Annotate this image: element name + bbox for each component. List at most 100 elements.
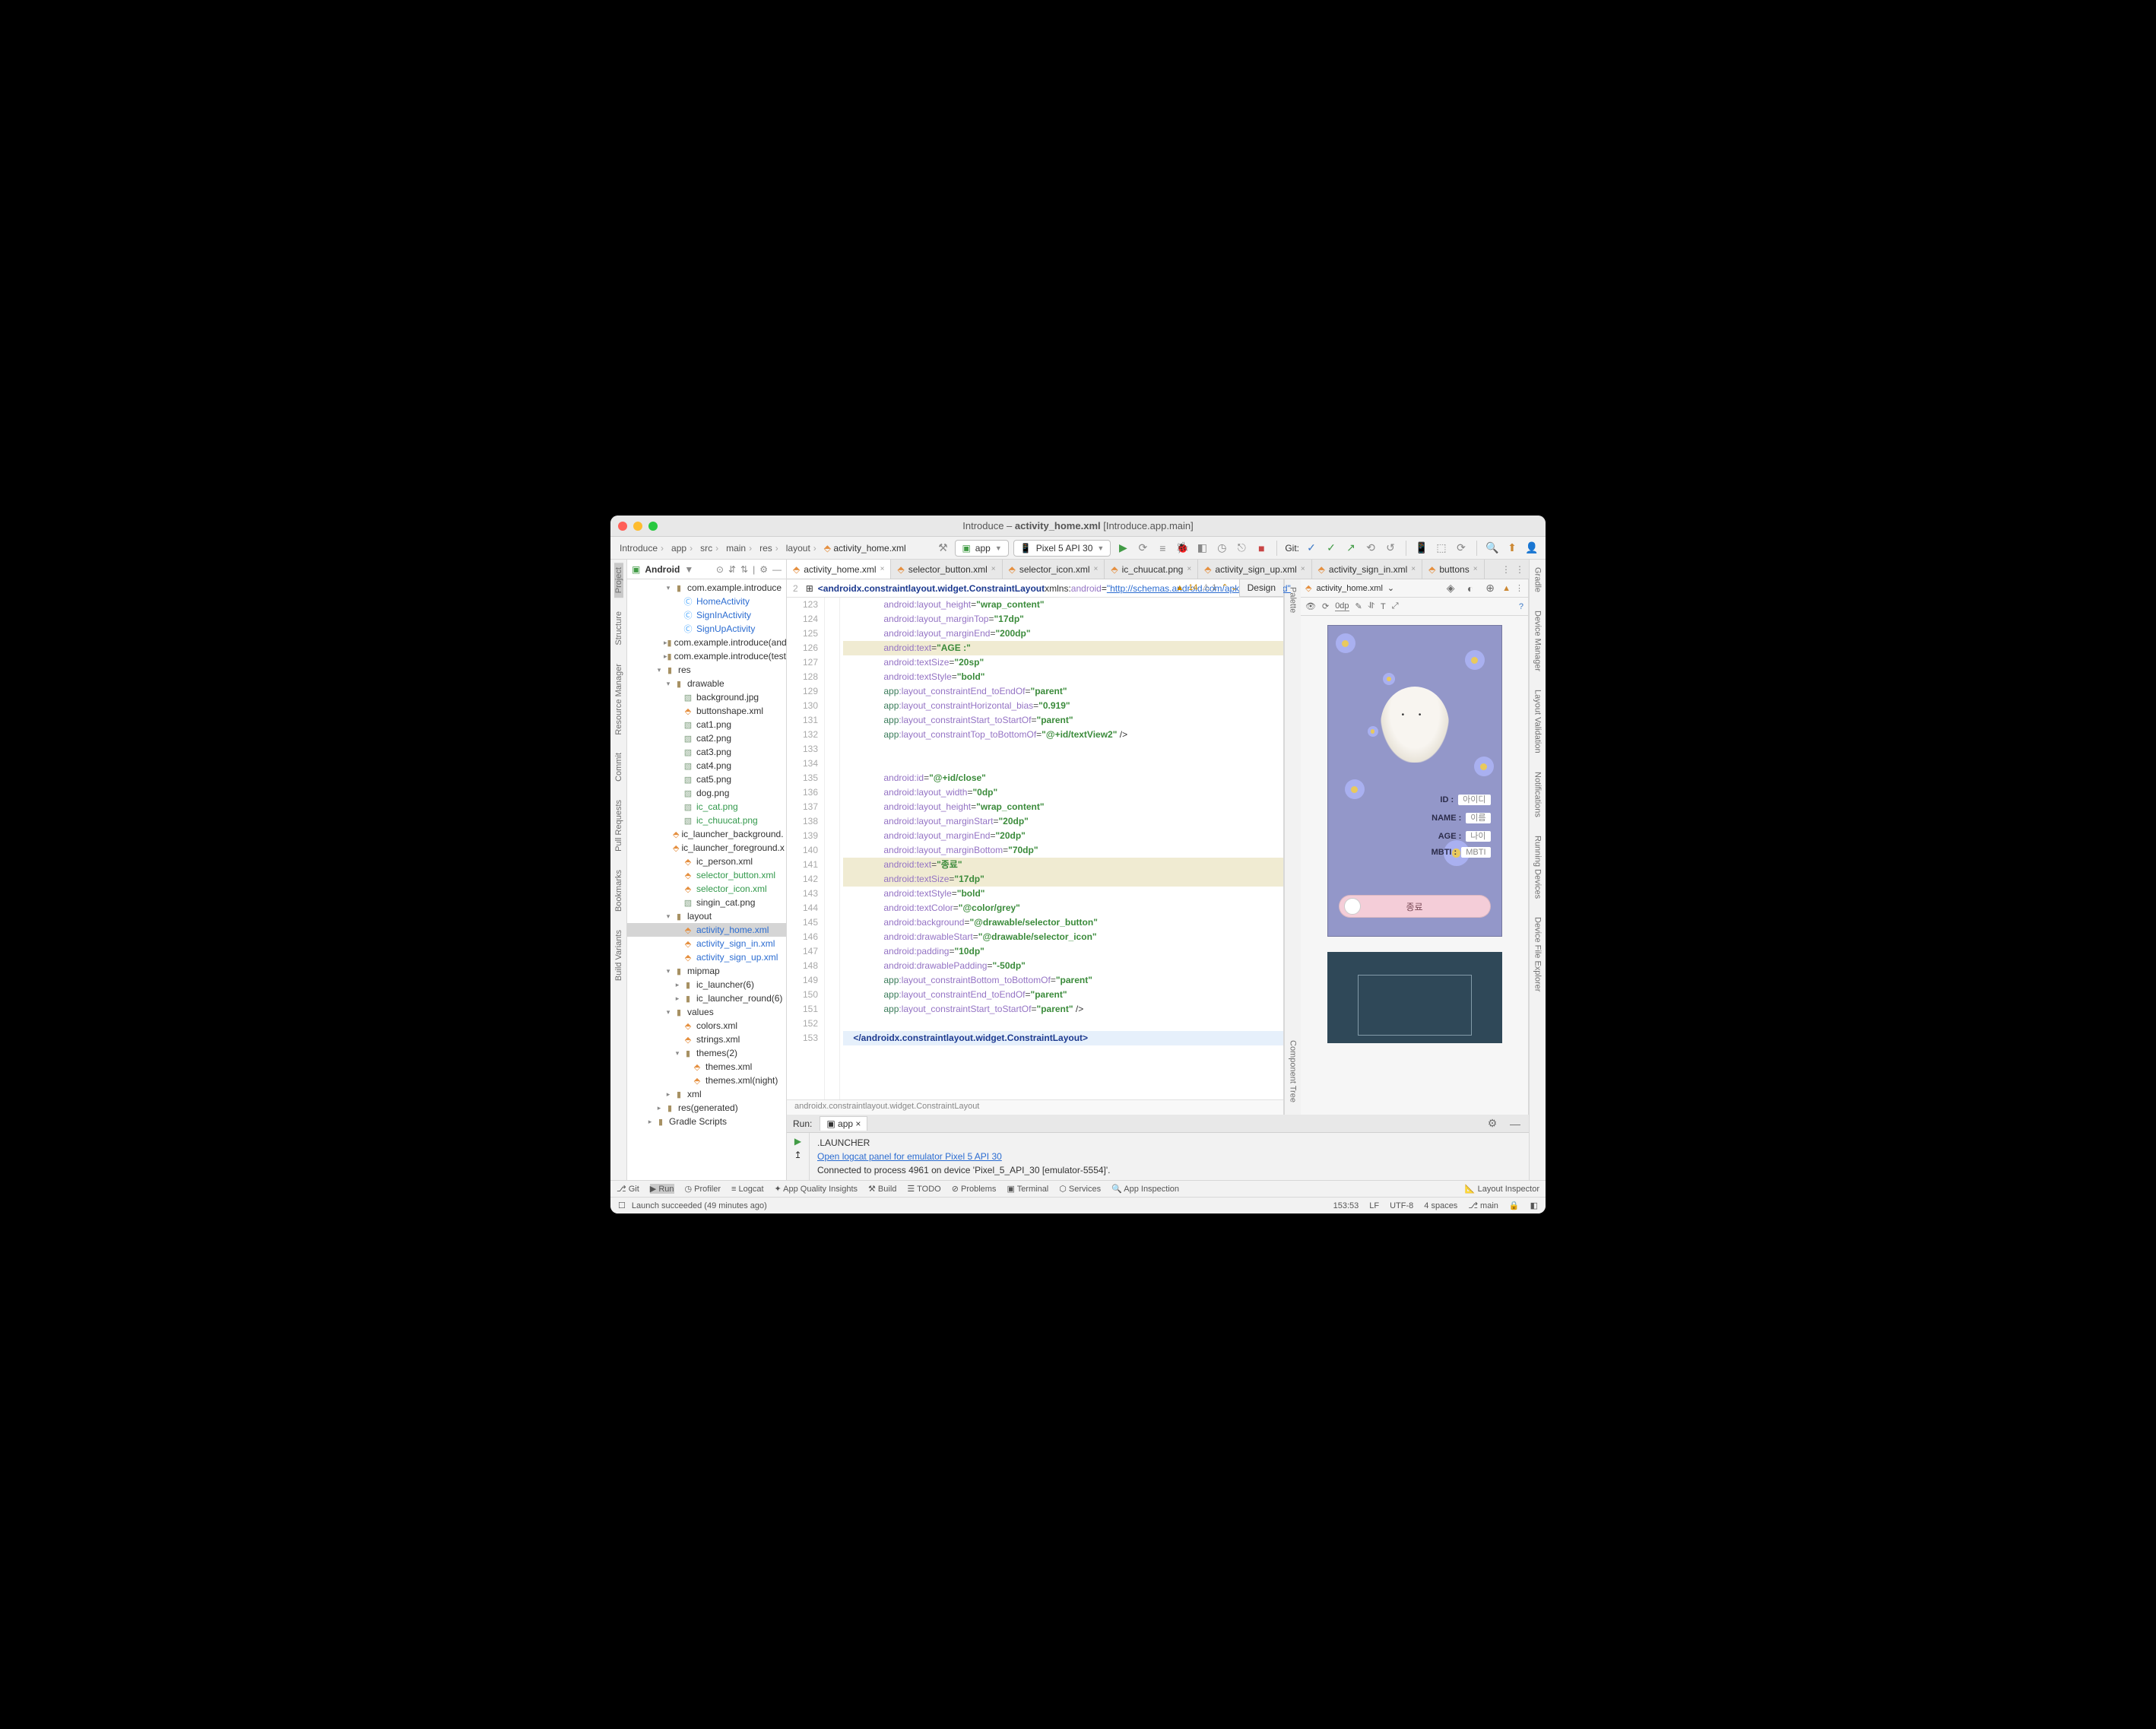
sdk-icon[interactable]: ⬚ [1434, 541, 1449, 556]
debug-icon[interactable]: 🐞 [1175, 541, 1190, 556]
tool-window-button[interactable]: Resource Manager [614, 659, 623, 740]
tree-item[interactable]: ⬘selector_button.xml [627, 868, 786, 882]
layers-icon[interactable]: ◈ [1443, 581, 1458, 596]
editor-tab[interactable]: ⬘activity_sign_in.xml× [1312, 560, 1422, 579]
tree-item[interactable]: ⒸHomeActivity [627, 595, 786, 608]
tree-item[interactable]: ⬘ic_launcher_foreground.x [627, 841, 786, 855]
tree-item[interactable]: ⬘activity_sign_up.xml [627, 950, 786, 964]
phone-preview[interactable]: ID :아이디NAME :이름AGE :나이MBTI :MBTI 종료 [1327, 625, 1502, 937]
tool-window-button[interactable]: Commit [614, 748, 623, 786]
editor-tab[interactable]: ⬘selector_icon.xml× [1003, 560, 1105, 579]
bottom-tool-button[interactable]: ⊘ Problems [952, 1184, 997, 1194]
tree-item[interactable]: ▾▮mipmap [627, 964, 786, 978]
project-scope[interactable]: Android [645, 564, 680, 575]
apply-code-icon[interactable]: ≡ [1155, 541, 1170, 556]
code-line[interactable]: android:background="@drawable/selector_b… [843, 915, 1283, 930]
tree-item[interactable]: ▾▮drawable [627, 677, 786, 690]
stop-icon[interactable]: ■ [1254, 541, 1269, 556]
code-line[interactable]: android:textSize="20sp" [843, 655, 1283, 670]
gear-icon[interactable]: ⚙ [759, 564, 768, 575]
bottom-tool-button[interactable]: ▶ Run [650, 1184, 674, 1194]
magnet-icon[interactable]: ⊕ [1482, 581, 1498, 596]
code-line[interactable]: </androidx.constraintlayout.widget.Const… [843, 1031, 1283, 1045]
code-line[interactable]: android:layout_width="0dp" [843, 785, 1283, 800]
code-line[interactable]: android:textSize="17dp" [843, 872, 1283, 887]
collapse-icon[interactable]: ⇅ [740, 564, 748, 575]
apply-changes-icon[interactable]: ⟳ [1135, 541, 1150, 556]
locate-icon[interactable]: ⊙ [716, 564, 724, 575]
tree-item[interactable]: ▧cat3.png [627, 745, 786, 759]
component-tree-label[interactable]: Component Tree [1289, 1036, 1298, 1107]
editor-tab[interactable]: ⬘ic_chuucat.png× [1105, 560, 1198, 579]
avd-icon[interactable]: 📱 [1414, 541, 1429, 556]
tool-window-button[interactable]: Device File Explorer [1533, 912, 1542, 996]
night-preview[interactable] [1327, 952, 1502, 1043]
device-rotate-icon[interactable]: ⟳ [1322, 601, 1329, 611]
run-output[interactable]: .LAUNCHER Open logcat panel for emulator… [810, 1133, 1529, 1180]
tree-item[interactable]: ▧ic_chuucat.png [627, 814, 786, 827]
indent[interactable]: 4 spaces [1424, 1201, 1457, 1210]
code-line[interactable]: android:layout_height="wrap_content" [843, 800, 1283, 814]
code-line[interactable]: app:layout_constraintTop_toBottomOf="@+i… [843, 728, 1283, 742]
tree-item[interactable]: ▾▮themes (2) [627, 1046, 786, 1060]
code-line[interactable]: android:textColor="@color/grey" [843, 901, 1283, 915]
run-gear-icon[interactable]: ⚙ [1485, 1116, 1500, 1131]
project-tree[interactable]: ▾▮com.example.introduceⒸHomeActivity ⒸSig… [627, 579, 786, 1180]
git-push-icon[interactable]: ↗ [1343, 541, 1359, 556]
bottom-tool-button[interactable]: 🔍 App Inspection [1111, 1184, 1179, 1194]
tree-item[interactable]: ▧dog.png [627, 786, 786, 800]
tree-item[interactable]: ▾▮res [627, 663, 786, 677]
code-line[interactable]: app:layout_constraintEnd_toEndOf="parent… [843, 988, 1283, 1002]
editor-breadcrumb[interactable]: androidx.constraintlayout.widget.Constra… [787, 1099, 1283, 1115]
more-icon[interactable]: ⋮ [1515, 583, 1523, 593]
code-line[interactable]: android:textStyle="bold" [843, 887, 1283, 901]
code-line[interactable]: android:padding="10dp" [843, 944, 1283, 959]
search-icon[interactable]: 🔍 [1485, 541, 1500, 556]
tree-item[interactable]: ▸▮com.example.introduce (test [627, 649, 786, 663]
preview-file[interactable]: activity_home.xml [1316, 584, 1382, 593]
tool-window-button[interactable]: Running Devices [1533, 831, 1542, 903]
sync-icon[interactable]: ⟳ [1454, 541, 1469, 556]
breadcrumb-item[interactable]: src [697, 541, 721, 555]
tree-item[interactable]: ▸▮ic_launcher (6) [627, 978, 786, 991]
zoom-value[interactable]: 0dp [1335, 601, 1349, 611]
tree-item[interactable]: ▾▮com.example.introduce [627, 581, 786, 595]
code-line[interactable]: android:layout_marginBottom="70dp" [843, 843, 1283, 858]
surface-icon[interactable]: ◐ [1463, 581, 1478, 596]
tree-item[interactable]: ⬘activity_sign_in.xml [627, 937, 786, 950]
code-body[interactable]: 1231241251261271281291301311321331341351… [787, 598, 1283, 1099]
tree-item[interactable]: ⬘themes.xml [627, 1060, 786, 1074]
run-config-selector[interactable]: ▣app▼ [955, 540, 1008, 557]
run-hide-icon[interactable]: — [1508, 1116, 1523, 1131]
user-icon[interactable]: 👤 [1524, 541, 1539, 556]
git-update-icon[interactable]: ✓ [1304, 541, 1319, 556]
code-line[interactable] [843, 1017, 1283, 1031]
breadcrumb-item[interactable]: main [723, 541, 755, 555]
tree-item[interactable]: ▸▮ic_launcher_round (6) [627, 991, 786, 1005]
tree-item[interactable]: ▾▮layout [627, 909, 786, 923]
tool-window-button[interactable]: Device Manager [1533, 606, 1542, 676]
editor-tab[interactable]: ⬘selector_button.xml× [891, 560, 1002, 579]
editor-tab[interactable]: ⬘buttons× [1422, 560, 1484, 579]
tree-item[interactable]: ⬘colors.xml [627, 1019, 786, 1033]
line-ending[interactable]: LF [1369, 1201, 1379, 1210]
eye-icon[interactable]: 👁 [1305, 601, 1316, 611]
bottom-tool-button[interactable]: ◷ Profiler [685, 1184, 721, 1194]
tool-window-button[interactable]: Project [614, 563, 623, 598]
tool-window-button[interactable]: Layout Validation [1533, 685, 1542, 758]
code-line[interactable]: android:layout_marginEnd="200dp" [843, 627, 1283, 641]
expand-icon[interactable]: ⇵ [728, 564, 736, 575]
code-line[interactable]: android:text="종료" [843, 858, 1283, 872]
breadcrumb-item[interactable]: app [668, 541, 696, 555]
profile-icon[interactable]: ◷ [1214, 541, 1229, 556]
hammer-icon[interactable]: ⚒ [935, 541, 950, 556]
code-line[interactable]: android:layout_marginTop="17dp" [843, 612, 1283, 627]
breadcrumb-item[interactable]: layout [783, 541, 820, 555]
tree-item[interactable]: ▸▮Gradle Scripts [627, 1115, 786, 1128]
breadcrumb-item[interactable]: Introduce [617, 541, 667, 555]
tree-item[interactable]: ⒸSignUpActivity [627, 622, 786, 636]
code-line[interactable]: android:textStyle="bold" [843, 670, 1283, 684]
git-branch[interactable]: ⎇ main [1468, 1201, 1498, 1210]
device-selector[interactable]: 📱Pixel 5 API 30▼ [1013, 540, 1111, 557]
tree-item[interactable]: ⬘strings.xml [627, 1033, 786, 1046]
